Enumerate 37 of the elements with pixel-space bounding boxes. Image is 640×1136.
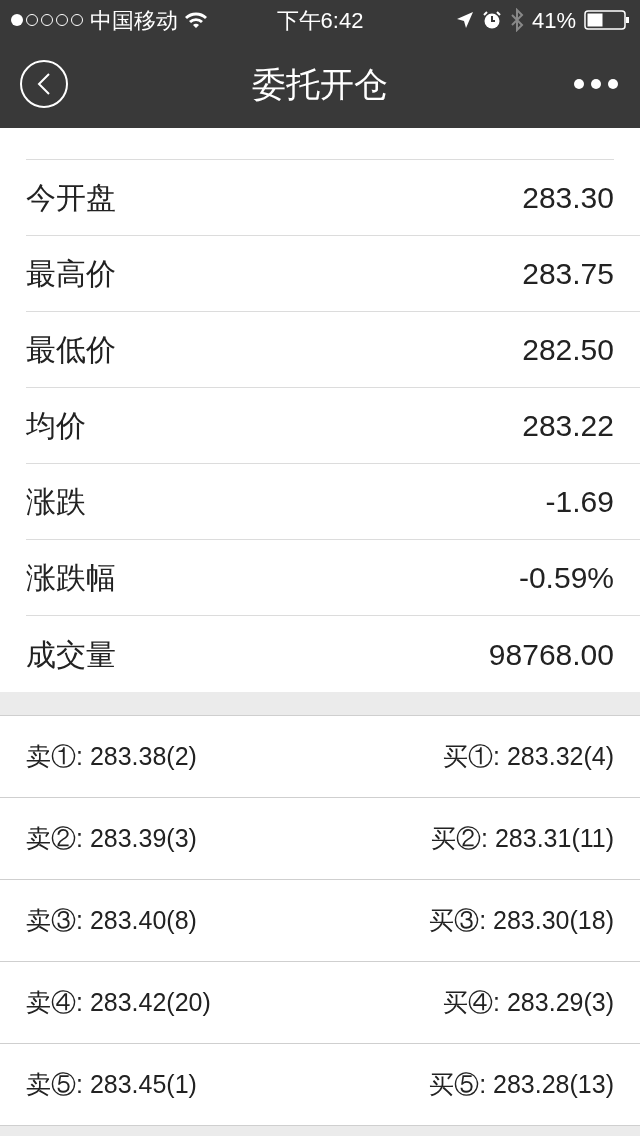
clock-time: 下午6:42: [275, 6, 365, 35]
wifi-icon: [184, 11, 208, 29]
alarm-clock-icon: [481, 10, 502, 30]
carrier-name: 中国移动: [90, 6, 178, 35]
battery-percent: 41%: [531, 6, 576, 35]
field-value: 283.75: [522, 256, 614, 292]
field-label: 成交量: [26, 636, 116, 673]
ask-price: 卖①: 283.38(2): [26, 740, 197, 772]
field-value: 98768.00: [488, 636, 614, 673]
bid-price: 买⑤: 283.28(13): [429, 1068, 614, 1100]
bluetooth-icon: [509, 8, 524, 32]
field-value: 283.22: [522, 408, 614, 444]
field-value: 282.50: [522, 332, 614, 368]
bid-price: 买②: 283.31(11): [431, 822, 614, 854]
bid-price: 买①: 283.32(4): [443, 740, 614, 772]
location-arrow-icon: [455, 11, 474, 29]
field-value: -1.69: [545, 484, 614, 520]
ask-price: 卖⑤: 283.45(1): [26, 1068, 197, 1100]
more-icon: [573, 78, 619, 90]
ask-price: 卖④: 283.42(20): [26, 986, 211, 1018]
bid-price: 买③: 283.30(18): [429, 904, 614, 936]
field-label: 涨跌幅: [26, 560, 116, 596]
field-label: 最高价: [26, 256, 116, 292]
field-label: 均价: [26, 408, 86, 444]
field-value: 283.30: [522, 180, 614, 216]
back-icon: [37, 72, 51, 96]
field-value: -0.59%: [518, 560, 614, 596]
field-label: 最低价: [26, 332, 116, 368]
ask-price: 卖②: 283.39(3): [26, 822, 197, 854]
bid-price: 买④: 283.29(3): [443, 986, 614, 1018]
back-button[interactable]: [20, 60, 68, 108]
field-label: 今开盘: [26, 180, 116, 216]
page-title: 委托开仓: [251, 63, 389, 105]
ask-price: 卖③: 283.40(8): [26, 904, 197, 936]
signal-icon: [10, 13, 84, 27]
battery-icon: [584, 10, 630, 30]
field-label: 涨跌: [26, 484, 86, 520]
